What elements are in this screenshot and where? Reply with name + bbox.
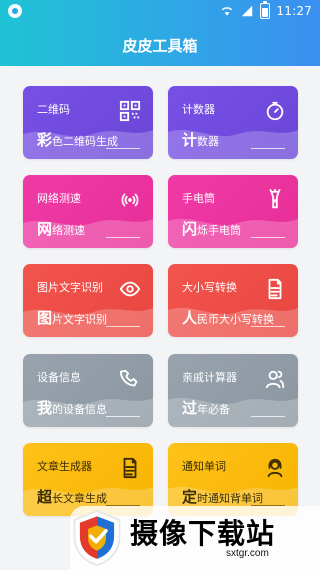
tool-card-counter[interactable]: 计数器 计数器 — [168, 86, 298, 159]
tool-card-relative-calculator[interactable]: 亲戚计算器 过年必备 — [168, 354, 298, 427]
card-label: 计数器 — [182, 103, 215, 116]
card-subtitle-lead: 闪 — [182, 220, 198, 238]
card-subtitle: 计数器 — [182, 129, 219, 150]
card-subtitle-lead: 我 — [37, 399, 53, 417]
card-subtitle-rest: 民币大小写转换 — [197, 313, 275, 326]
status-time: 11:27 — [276, 4, 312, 18]
document-icon — [268, 278, 282, 300]
card-subtitle-rest: 年必备 — [197, 403, 231, 416]
cell-signal-icon — [242, 5, 253, 17]
card-subtitle: 定时通知背单词 — [182, 486, 263, 507]
timer-icon — [266, 101, 284, 121]
card-subtitle-rest: 络测速 — [52, 224, 86, 237]
card-label: 亲戚计算器 — [182, 371, 237, 384]
card-subtitle-lead: 人 — [182, 309, 198, 327]
shield-logo-icon — [73, 510, 121, 566]
card-subtitle-rest: 片文字识别 — [52, 313, 108, 326]
card-underline — [106, 326, 140, 327]
card-subtitle-rest: 色二维码生成 — [52, 135, 119, 148]
card-label: 图片文字识别 — [37, 281, 103, 294]
card-subtitle-lead: 彩 — [37, 131, 53, 149]
card-subtitle-rest: 数器 — [197, 135, 220, 148]
card-underline — [251, 326, 285, 327]
card-subtitle: 超长文章生成 — [37, 486, 107, 507]
card-subtitle: 图片文字识别 — [37, 307, 107, 328]
card-label: 大小写转换 — [182, 281, 237, 294]
card-subtitle: 人民币大小写转换 — [182, 307, 274, 328]
watermark-overlay: 摄像下载站 sxtgr.com — [70, 506, 320, 570]
flashlight-icon — [269, 189, 281, 209]
tool-card-qr-code[interactable]: 二维码 彩色二维码生成 — [23, 86, 153, 159]
status-icons: 11:27 — [220, 1, 312, 19]
card-underline — [251, 148, 285, 149]
card-subtitle-rest: 的设备信息 — [52, 403, 108, 416]
signal-broadcast-icon — [121, 193, 139, 207]
watermark-title: 摄像下载站 — [130, 517, 276, 550]
tool-card-image-ocr[interactable]: 图片文字识别 图片文字识别 — [23, 264, 153, 337]
card-subtitle: 网络测速 — [37, 218, 85, 239]
tools-grid: 二维码 彩色二维码生成 计数器 计数器 网络测速 网络测速 手电筒 闪烁手电筒 … — [23, 86, 298, 570]
card-label: 文章生成器 — [37, 460, 92, 473]
card-subtitle-lead: 定 — [182, 488, 198, 506]
tool-card-case-convert[interactable]: 大小写转换 人民币大小写转换 — [168, 264, 298, 337]
watermark-url: sxtgr.com — [226, 548, 269, 559]
card-subtitle-rest: 长文章生成 — [52, 492, 108, 505]
card-underline — [106, 237, 140, 238]
card-subtitle: 过年必备 — [182, 397, 230, 418]
card-subtitle-lead: 过 — [182, 399, 198, 417]
document-lines-icon — [123, 457, 137, 479]
card-label: 网络测速 — [37, 192, 81, 205]
card-subtitle-lead: 计 — [182, 131, 198, 149]
card-subtitle: 彩色二维码生成 — [37, 129, 118, 150]
tool-card-device-info[interactable]: 设备信息 我的设备信息 — [23, 354, 153, 427]
tool-card-flashlight[interactable]: 手电筒 闪烁手电筒 — [168, 175, 298, 248]
card-subtitle: 闪烁手电筒 — [182, 218, 241, 239]
card-label: 二维码 — [37, 103, 70, 116]
eye-icon — [119, 281, 141, 297]
headset-user-icon — [267, 458, 283, 478]
card-subtitle: 我的设备信息 — [37, 397, 107, 418]
page-title: 皮皮工具箱 — [122, 37, 198, 55]
app-notification-icon — [8, 4, 22, 18]
card-subtitle-lead: 网 — [37, 220, 53, 238]
app-header: 11:27 皮皮工具箱 — [0, 0, 320, 66]
card-subtitle-lead: 图 — [37, 309, 53, 327]
card-underline — [251, 237, 285, 238]
card-underline — [106, 148, 140, 149]
qr-code-icon — [119, 100, 141, 122]
phone-handset-icon — [119, 369, 138, 387]
card-subtitle-rest: 烁手电筒 — [197, 224, 242, 237]
card-underline — [251, 416, 285, 417]
card-label: 通知单词 — [182, 460, 226, 473]
wifi-icon — [222, 7, 233, 16]
card-subtitle-lead: 超 — [37, 488, 53, 506]
card-underline — [106, 416, 140, 417]
people-icon — [265, 370, 285, 389]
battery-icon — [260, 1, 271, 19]
status-bar: 11:27 — [0, 0, 320, 22]
card-subtitle-rest: 时通知背单词 — [197, 492, 264, 505]
card-label: 设备信息 — [37, 371, 81, 384]
card-label: 手电筒 — [182, 192, 215, 205]
tool-card-network-speed[interactable]: 网络测速 网络测速 — [23, 175, 153, 248]
